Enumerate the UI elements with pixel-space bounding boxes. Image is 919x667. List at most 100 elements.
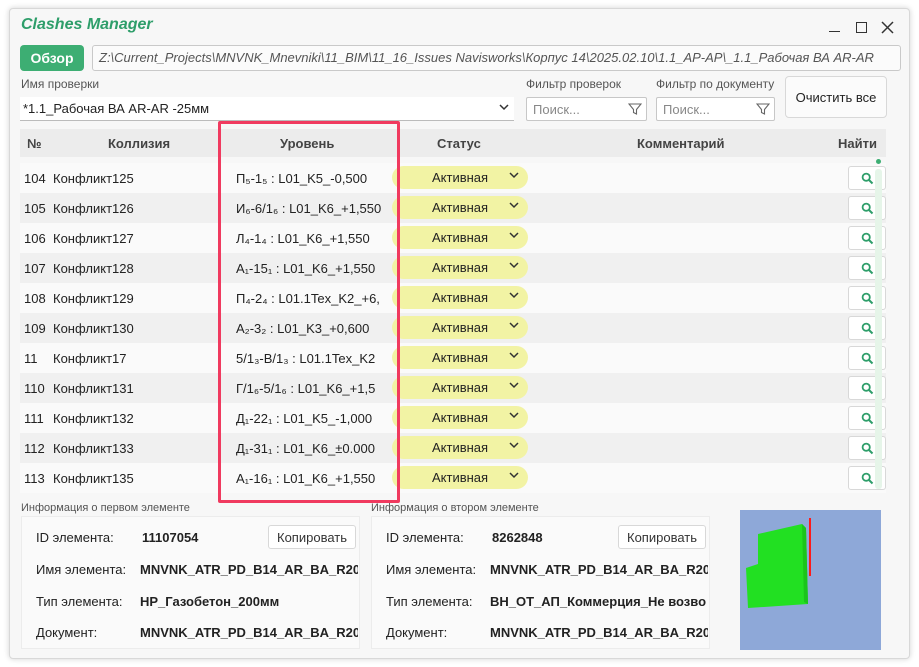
status-value: Активная [432, 320, 489, 335]
status-dropdown[interactable]: Активная [392, 376, 528, 399]
table-row[interactable]: 105 Конфликт126 И₆-6/1₆ : L01_K6_+1,550 Акт… [20, 193, 886, 223]
row-num: 106 [24, 231, 46, 246]
clash-3d-preview[interactable] [740, 510, 881, 650]
check-name-value: *1.1_Рабочая ВА AR-AR -25мм [23, 101, 210, 116]
table-row[interactable]: 113 Конфликт135 А₁-16₁ : L01_K6_+1,550 Акти… [20, 463, 886, 493]
row-level: Д₁-22₁ : L01_K5_-1,000 [236, 411, 373, 426]
doc-filter-placeholder: Поиск... [663, 102, 710, 117]
second-id-value: 8262848 [492, 530, 543, 545]
table-row[interactable]: 108 Конфликт129 П₄-2₄ : L01.1Tex_K2_+6, Акт… [20, 283, 886, 313]
status-dropdown[interactable]: Активная [392, 286, 528, 309]
maximize-icon[interactable] [852, 18, 870, 36]
close-icon[interactable] [878, 18, 896, 36]
search-icon [861, 352, 873, 364]
status-dropdown[interactable]: Активная [392, 166, 528, 189]
check-filter-label: Фильтр проверок [526, 77, 622, 91]
second-element-panel: ID элемента: 8262848 Копировать Имя элем… [371, 516, 710, 649]
clash-table: № Коллизия Уровень Статус Комментарий На… [20, 129, 886, 493]
first-copy-button[interactable]: Копировать [268, 525, 356, 549]
search-icon [861, 202, 873, 214]
status-dropdown[interactable]: Активная [392, 466, 528, 489]
row-num: 105 [24, 201, 46, 216]
status-value: Активная [432, 260, 489, 275]
row-level: 5/1₃-В/1₃ : L01.1Tex_K2 [236, 351, 376, 366]
browse-button[interactable]: Обзор [20, 45, 84, 71]
row-level: И₆-6/1₆ : L01_K6_+1,550 [236, 201, 381, 216]
col-comment-header[interactable]: Комментарий [637, 136, 725, 151]
col-num-header[interactable]: № [27, 136, 42, 151]
table-row[interactable]: 106 Конфликт127 Л₄-1₄ : L01_K6_+1,550 Актив… [20, 223, 886, 253]
second-id-label: ID элемента: [386, 530, 464, 545]
chevron-down-icon [508, 169, 520, 184]
row-num: 104 [24, 171, 46, 186]
search-icon [861, 172, 873, 184]
status-dropdown[interactable]: Активная [392, 256, 528, 279]
chevron-down-icon [508, 379, 520, 394]
first-type-value: НР_Газобетон_200мм [140, 594, 280, 609]
row-level: Л₄-1₄ : L01_K6_+1,550 [236, 231, 370, 246]
table-row[interactable]: 109 Конфликт130 А₂-3₂ : L01_K3_+0,600 Актив… [20, 313, 886, 343]
search-icon [861, 232, 873, 244]
col-status-header[interactable]: Статус [437, 136, 481, 151]
col-find-header[interactable]: Найти [838, 136, 877, 151]
search-icon [861, 292, 873, 304]
status-value: Активная [432, 170, 489, 185]
second-doc-label: Документ: [386, 625, 448, 640]
file-path-field[interactable]: Z:\Current_Projects\MNVNK_Mnevniki\11_BI… [92, 45, 901, 71]
first-name-value: MNVNK_ATR_PD_B14_AR_BA_R202 [140, 562, 358, 577]
chevron-down-icon [508, 469, 520, 484]
search-icon [861, 472, 873, 484]
preview-render [746, 518, 811, 608]
second-copy-button[interactable]: Копировать [618, 525, 706, 549]
status-dropdown[interactable]: Активная [392, 196, 528, 219]
row-clash-name: Конфликт17 [53, 351, 127, 366]
check-name-select[interactable]: *1.1_Рабочая ВА AR-AR -25мм [20, 97, 514, 121]
search-icon [861, 322, 873, 334]
row-level: А₁-16₁ : L01_K6_+1,550 [236, 471, 376, 486]
status-dropdown[interactable]: Активная [392, 226, 528, 249]
row-clash-name: Конфликт135 [53, 471, 134, 486]
status-value: Активная [432, 200, 489, 215]
app-title: Clashes Manager [21, 16, 153, 33]
doc-filter-input[interactable]: Поиск... [656, 97, 775, 121]
search-icon [861, 442, 873, 454]
minimize-icon[interactable] [825, 18, 843, 36]
check-filter-input[interactable]: Поиск... [526, 97, 647, 121]
first-id-label: ID элемента: [36, 530, 114, 545]
table-row[interactable]: 104 Конфликт125 П₅-1₅ : L01_K5_-0,500 Актив… [20, 163, 886, 193]
first-id-value: 11107054 [142, 530, 199, 545]
status-dropdown[interactable]: Активная [392, 316, 528, 339]
scrollbar-position-dot[interactable] [876, 159, 881, 164]
status-value: Активная [432, 440, 489, 455]
status-value: Активная [432, 350, 489, 365]
status-value: Активная [432, 470, 489, 485]
col-level-header[interactable]: Уровень [280, 136, 334, 151]
second-name-label: Имя элемента: [386, 562, 477, 577]
col-clash-header[interactable]: Коллизия [108, 136, 170, 151]
table-row[interactable]: 11 Конфликт17 5/1₃-В/1₃ : L01.1Tex_K2 Актив… [20, 343, 886, 373]
row-level: П₅-1₅ : L01_K5_-0,500 [236, 171, 368, 186]
clear-all-button[interactable]: Очистить все [785, 76, 887, 118]
table-row[interactable]: 112 Конфликт133 Д₁-31₁ : L01_K6_±0.000 Акти… [20, 433, 886, 463]
status-dropdown[interactable]: Активная [392, 436, 528, 459]
row-num: 112 [24, 441, 45, 456]
table-row[interactable]: 107 Конфликт128 А₁-15₁ : L01_K6_+1,550 Акти… [20, 253, 886, 283]
doc-filter-label: Фильтр по документу [656, 77, 775, 91]
row-level: П₄-2₄ : L01.1Tex_K2_+6, [236, 291, 380, 306]
table-row[interactable]: 110 Конфликт131 Г/1₆-5/1₆ : L01_K6_+1,5 Акт… [20, 373, 886, 403]
status-dropdown[interactable]: Активная [392, 406, 528, 429]
table-header: № Коллизия Уровень Статус Комментарий На… [20, 129, 886, 157]
first-name-label: Имя элемента: [36, 562, 127, 577]
filter-icon [628, 103, 642, 115]
status-dropdown[interactable]: Активная [392, 346, 528, 369]
status-value: Активная [432, 290, 489, 305]
row-clash-name: Конфликт131 [53, 381, 134, 396]
chevron-down-icon [508, 409, 520, 424]
table-scrollbar[interactable] [875, 169, 882, 489]
chevron-down-icon [508, 289, 520, 304]
row-level: А₂-3₂ : L01_K3_+0,600 [236, 321, 370, 336]
title-bar[interactable]: Clashes Manager [10, 9, 909, 43]
search-icon [861, 412, 873, 424]
chevron-down-icon [498, 101, 510, 116]
table-row[interactable]: 111 Конфликт132 Д₁-22₁ : L01_K5_-1,000 Акти… [20, 403, 886, 433]
